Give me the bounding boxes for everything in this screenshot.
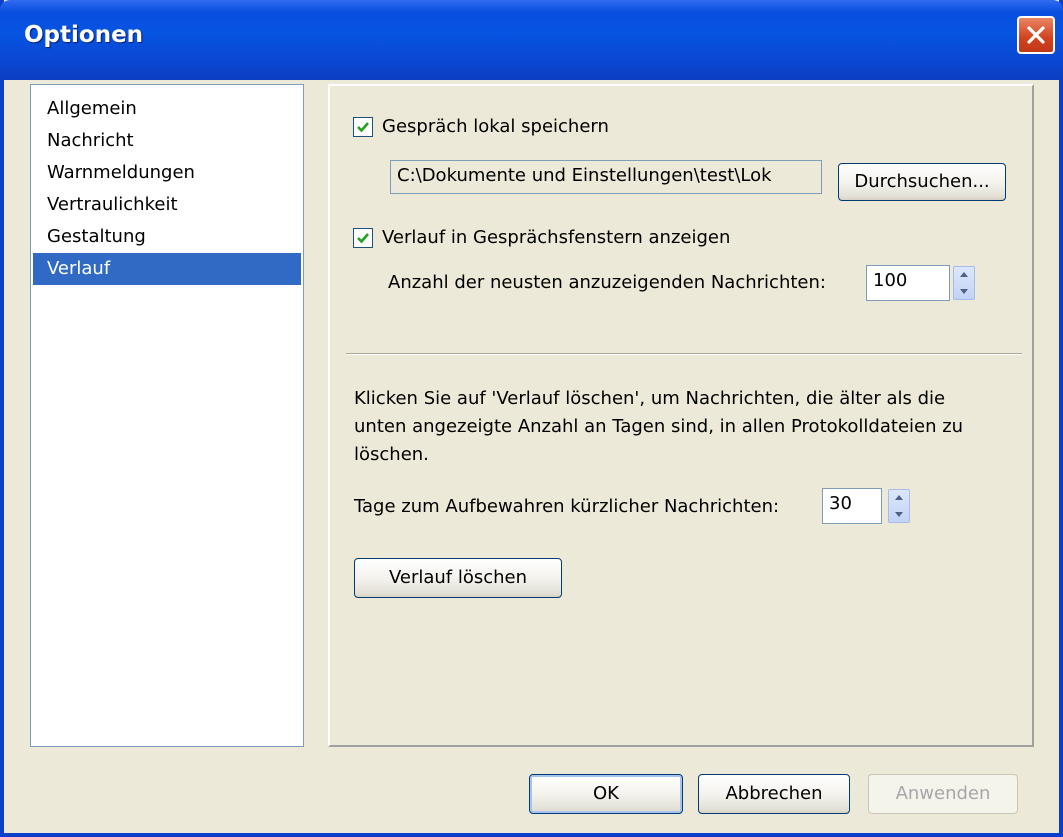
info-text-line-3: löschen. (354, 444, 429, 465)
sidebar-item-label: Verlauf (47, 258, 111, 279)
days-keep-spinner[interactable] (888, 489, 910, 523)
title-bar[interactable]: Optionen (0, 0, 1063, 80)
sidebar-item-label: Warnmeldungen (47, 162, 195, 183)
message-count-input[interactable]: 100 (866, 265, 950, 301)
info-text-line-1: Klicken Sie auf 'Verlauf löschen', um Na… (354, 388, 946, 409)
sidebar-item-verlauf[interactable]: Verlauf (33, 253, 301, 285)
separator (346, 353, 1022, 355)
browse-button[interactable]: Durchsuchen... (838, 163, 1006, 201)
spin-up-button[interactable] (954, 267, 974, 283)
checkmark-icon (357, 233, 369, 244)
spin-down-button[interactable] (954, 283, 974, 299)
sidebar-item-label: Nachricht (47, 130, 134, 151)
arrow-up-icon (960, 272, 968, 277)
spin-up-button[interactable] (889, 490, 909, 506)
ok-button[interactable]: OK (529, 774, 683, 814)
save-local-checkbox[interactable] (353, 117, 373, 137)
cancel-button[interactable]: Abbrechen (698, 774, 850, 814)
close-button[interactable] (1017, 16, 1055, 54)
checkmark-icon (357, 122, 369, 133)
arrow-down-icon (960, 289, 968, 294)
save-local-label[interactable]: Gespräch lokal speichern (382, 116, 609, 137)
message-count-spinner[interactable] (953, 266, 975, 300)
show-history-label[interactable]: Verlauf in Gesprächsfenstern anzeigen (382, 227, 730, 248)
days-keep-label: Tage zum Aufbewahren kürzlicher Nachrich… (354, 496, 780, 517)
sidebar-item-warnmeldungen[interactable]: Warnmeldungen (33, 157, 301, 189)
spin-down-button[interactable] (889, 506, 909, 522)
log-path-field[interactable]: C:\Dokumente und Einstellungen\test\Lok (390, 160, 822, 194)
show-history-checkbox[interactable] (353, 228, 373, 248)
days-keep-input[interactable]: 30 (822, 488, 882, 524)
sidebar-item-label: Allgemein (47, 98, 137, 119)
close-icon (1027, 26, 1045, 44)
clear-history-button[interactable]: Verlauf löschen (354, 558, 562, 598)
arrow-down-icon (895, 512, 903, 517)
dialog-title: Optionen (24, 22, 144, 48)
apply-button[interactable]: Anwenden (868, 774, 1018, 814)
sidebar-item-nachricht[interactable]: Nachricht (33, 125, 301, 157)
arrow-up-icon (895, 495, 903, 500)
category-list[interactable]: Allgemein Nachricht Warnmeldungen Vertra… (30, 84, 304, 747)
sidebar-item-label: Gestaltung (47, 226, 146, 247)
sidebar-item-allgemein[interactable]: Allgemein (33, 93, 301, 125)
message-count-label: Anzahl der neusten anzuzeigenden Nachric… (388, 272, 826, 293)
sidebar-item-label: Vertraulichkeit (47, 194, 178, 215)
info-text-line-2: unten angezeigte Anzahl an Tagen sind, i… (354, 416, 964, 437)
sidebar-item-vertraulichkeit[interactable]: Vertraulichkeit (33, 189, 301, 221)
sidebar-item-gestaltung[interactable]: Gestaltung (33, 221, 301, 253)
